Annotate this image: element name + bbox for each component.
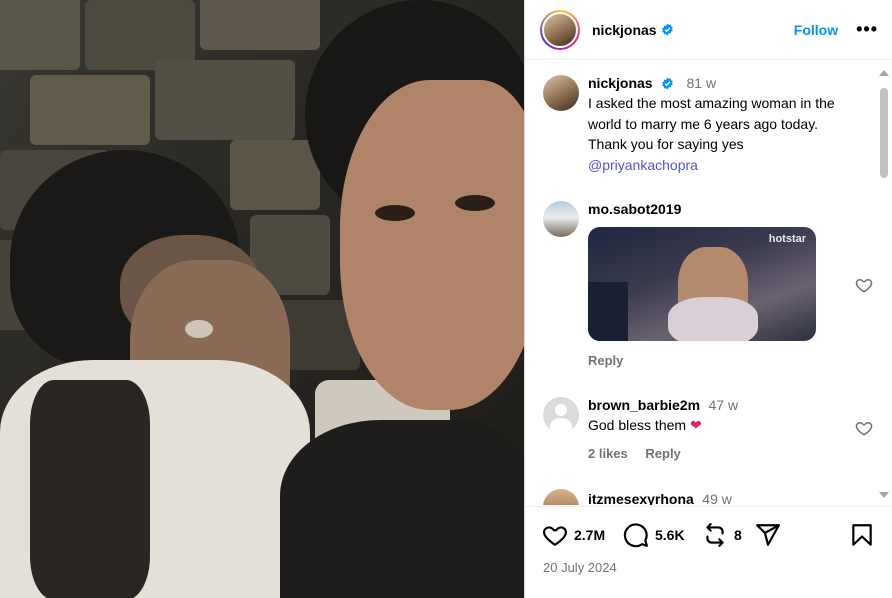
heart-emoji: ❤ [689,417,702,433]
author-avatar[interactable] [540,9,580,50]
verified-badge-icon [662,77,673,90]
bookmark-icon [852,524,872,546]
comment-time: 49 w [702,491,732,505]
caption-avatar[interactable] [543,75,579,111]
post-photo[interactable] [0,0,524,598]
photo-detail [30,75,150,145]
comment-likes[interactable]: 2 likes [588,446,628,461]
author-username[interactable]: nickjonas [592,22,657,38]
post-date[interactable]: 20 July 2024 [543,560,617,575]
comment-gif[interactable]: hotstar [588,227,816,341]
comment-icon [623,523,648,548]
photo-detail [30,380,150,598]
reply-button[interactable]: Reply [645,446,680,461]
heart-icon [543,526,567,547]
like-button[interactable]: 2.7M [542,522,605,548]
share-send-icon [756,524,780,546]
photo-detail [280,420,524,598]
commenter-username[interactable]: brown_barbie2m [588,397,700,413]
photo-detail [0,0,80,70]
reply-button[interactable]: Reply [588,353,623,368]
commenter-avatar[interactable] [543,489,579,505]
repost-icon [706,523,724,547]
comment-meta: Reply [588,353,848,368]
photo-detail [185,320,213,338]
photo-detail [200,0,320,50]
scroll-up-arrow-icon[interactable] [879,70,889,76]
comment-meta: 2 likes Reply [588,446,848,461]
scroll-down-arrow-icon[interactable] [879,492,889,498]
photo-detail [375,205,415,221]
post-header: nickjonas Follow ••• [525,0,892,60]
save-button[interactable] [849,522,875,548]
comments-count: 5.6K [655,527,685,543]
verified-badge-icon [661,23,673,36]
comment-time: 47 w [708,397,739,413]
more-options-button[interactable]: ••• [856,19,878,40]
caption-time: 81 w [686,75,717,91]
post-actions: 2.7M 5.6K 8 20 July 2024 [525,506,892,598]
share-button[interactable] [755,522,781,548]
reposts-count: 8 [734,527,742,543]
like-comment-icon[interactable] [855,419,873,437]
comments-feed: nickjonas 81 w I asked the most amazing … [525,61,892,505]
commenter-username[interactable]: mo.sabot2019 [588,201,681,217]
comment-button[interactable]: 5.6K [623,522,685,548]
photo-detail [340,80,524,410]
like-comment-icon[interactable] [855,276,873,294]
comment-text: God bless them ❤ [588,415,848,436]
photo-detail [455,195,495,211]
gif-brand: hotstar [768,233,806,245]
photo-detail [155,60,295,140]
commenter-avatar[interactable] [543,397,579,433]
commenter-username[interactable]: itzmesexyrhona [588,491,694,505]
caption-username[interactable]: nickjonas [588,75,653,91]
follow-button[interactable]: Follow [794,22,838,38]
post-sidebar: nickjonas Follow ••• nickjonas 81 w I as… [524,0,892,598]
mention-link[interactable]: @priyankachopra [588,157,698,173]
likes-count: 2.7M [574,527,606,543]
repost-button[interactable]: 8 [702,522,742,548]
scrollbar-thumb[interactable] [880,88,888,178]
comment-body: God bless them [588,417,687,433]
caption-text: I asked the most amazing woman in the wo… [588,93,848,175]
photo-detail [230,140,320,210]
commenter-avatar[interactable] [543,201,579,237]
caption-body: I asked the most amazing woman in the wo… [588,95,835,152]
comments-scrollbar[interactable] [878,66,890,502]
